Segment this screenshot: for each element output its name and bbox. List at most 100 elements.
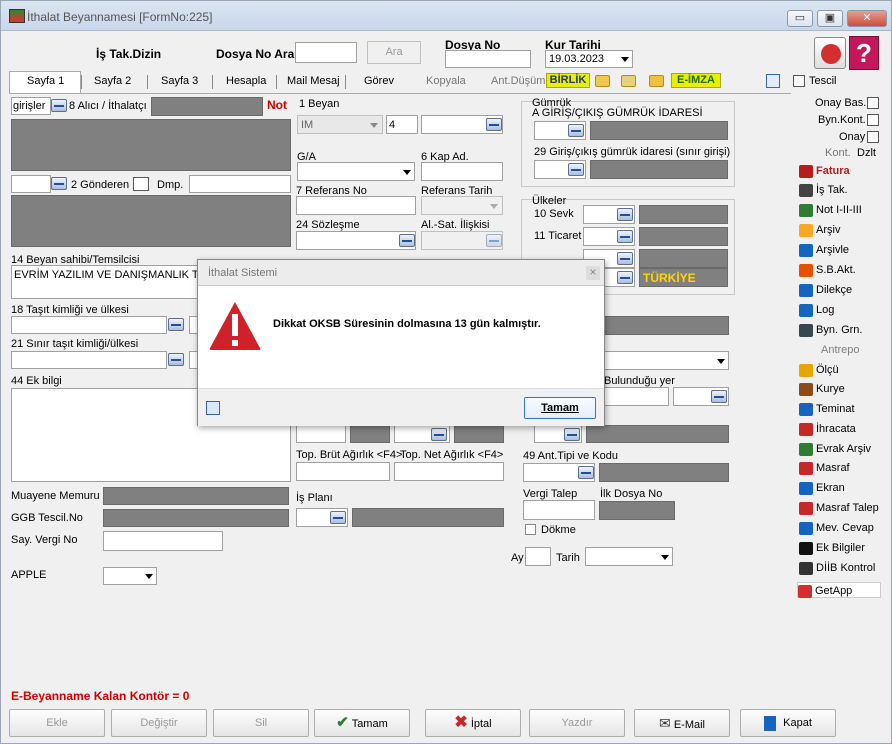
email-button[interactable]: ✉ E-Mail [634,709,730,737]
sidebar-item-i-ş-tak-[interactable]: İş Tak. [799,182,848,198]
tab-sayfa1[interactable]: Sayfa 1 [27,75,64,87]
onay-bas-checkbox[interactable] [867,97,879,109]
sidebar-item-arşivle[interactable]: Arşivle [799,242,849,258]
sidebar-item-log[interactable]: Log [799,302,834,318]
ga-combo[interactable] [297,162,415,181]
sidebar-item-dilekçe[interactable]: Dilekçe [799,282,852,298]
sidebar-item-teminat[interactable]: Teminat [799,401,855,417]
kur-tarihi-combo[interactable]: 19.03.2023 [545,50,633,68]
sinir-tasit-field[interactable] [11,351,167,369]
dmp-field[interactable] [189,175,291,193]
sidebar-item-ölçü[interactable]: Ölçü [799,362,839,378]
tab-mail-mesaj[interactable]: Mail Mesaj [287,75,340,87]
beyan-no-field[interactable]: 4 [386,115,418,134]
yazdir-button[interactable]: Yazdır [529,709,625,737]
sidebar-item-evrak-arşiv[interactable]: Evrak Arşiv [799,441,871,457]
lookup-button[interactable] [617,271,633,284]
lookup-button[interactable] [330,511,346,524]
sevk-code-field[interactable] [583,205,635,224]
lookup-button[interactable] [617,208,633,221]
sidebar-item-not-i-ii-iii[interactable]: Not I-II-III [799,202,862,218]
e-imza-button[interactable]: E-İMZA [671,73,721,88]
top-brut-field[interactable] [296,462,390,481]
sidebar-item-i-hracata[interactable]: İhracata [799,421,856,437]
lookup-button[interactable] [568,163,584,176]
help-icon[interactable]: ? [849,36,879,70]
alarm-button[interactable] [814,37,846,69]
vergi-talep-field[interactable] [523,500,595,520]
byn-kont-checkbox[interactable] [867,114,879,126]
lookup-button[interactable] [617,252,633,265]
sidebar-item-masraf[interactable]: Masraf [799,460,850,476]
lookup-button[interactable] [51,99,67,112]
ticaret-code-field[interactable] [583,227,635,246]
sidebar-item-byn-grn-[interactable]: Byn. Grn. [799,322,862,338]
lookup-button[interactable] [711,390,727,403]
sidebar-item-mev-cevap[interactable]: Mev. Cevap [799,520,874,536]
tescil-checkbox[interactable] [793,75,805,87]
cikis-code-field[interactable] [601,268,635,287]
tasit-field[interactable] [11,316,167,334]
sidebar-item-di-i-b-kontrol[interactable]: DİİB Kontrol [799,560,875,576]
tarih-combo[interactable] [585,547,673,566]
folder-icon[interactable] [595,75,610,87]
gonderen-code-field[interactable] [11,175,51,193]
sidebar-item-getapp[interactable]: GetApp [797,582,881,598]
is-plani-field[interactable] [296,508,348,527]
kap-ad-field[interactable] [421,162,503,181]
ref-no-field[interactable] [296,196,416,215]
kapat-button[interactable]: Kapat [740,709,836,737]
folder-export-icon[interactable] [649,75,664,87]
not-badge[interactable]: Not [267,98,287,112]
top-net-field[interactable] [394,462,504,481]
mid-small-field-2[interactable] [394,425,450,443]
sidebar-item-ek-bilgiler[interactable]: Ek Bilgiler [799,540,865,556]
giris-cikis-29-code-field[interactable] [534,160,586,179]
tab-sayfa2[interactable]: Sayfa 2 [94,75,131,87]
mid-small-field-1[interactable] [296,425,346,443]
minimize-button[interactable]: ▭ [787,10,813,27]
ekle-button[interactable]: Ekle [9,709,105,737]
tamam-button[interactable]: ✔ Tamam [314,709,410,737]
sidebar-item-ekran[interactable]: Ekran [799,480,845,496]
tab-gorev[interactable]: Görev [364,75,394,87]
lookup-button[interactable] [168,353,184,366]
beyan-extra-field[interactable] [421,115,503,134]
giris-cikis-code-field[interactable] [534,121,586,140]
ant-tipi-code-field[interactable] [523,463,595,482]
tab-sayfa3[interactable]: Sayfa 3 [161,75,198,87]
dosya-no-input[interactable] [445,50,531,68]
tab-hesapla[interactable]: Hesapla [226,75,266,87]
lookup-button[interactable] [578,466,594,479]
ara-button[interactable]: Ara [367,41,421,64]
dzlt-label[interactable]: Dzlt [857,147,876,159]
maximize-button[interactable]: ▣ [817,10,843,27]
lookup-button[interactable] [431,428,447,441]
degistir-button[interactable]: Değiştir [111,709,207,737]
lookup-button[interactable] [568,124,584,137]
sidebar-item-kurye[interactable]: Kurye [799,381,845,397]
lookup-button[interactable] [168,318,184,331]
birlik-button[interactable]: BİRLİK [546,73,590,88]
sidebar-item-masraf-talep[interactable]: Masraf Talep [799,500,879,516]
folder-up-icon[interactable] [621,75,636,87]
apple-combo[interactable] [103,567,157,585]
kont-label[interactable]: Kont. [825,147,851,159]
iptal-button[interactable]: ✖ İptal [425,709,521,737]
ay-field[interactable] [525,547,551,566]
sidebar-item-fatura[interactable]: Fatura [799,163,850,179]
sozlesme-field[interactable] [296,231,416,250]
bulundugu-yer-field[interactable] [601,387,669,406]
bulundugu-yer-code-field[interactable] [673,387,729,406]
onay-checkbox[interactable] [867,131,879,143]
right-combo-1[interactable] [601,351,729,370]
say-vergi-field[interactable] [103,531,223,551]
lookup-button[interactable] [399,234,415,247]
dokme-checkbox[interactable] [525,524,536,535]
list-icon[interactable] [133,177,149,191]
dialog-ok-button[interactable]: Tamam [524,397,596,419]
is-tak-dizin-label[interactable]: İş Tak.Dizin [96,47,161,61]
sidebar-item-s-b-akt-[interactable]: S.B.Akt. [799,262,856,278]
dosya-no-ara-input[interactable] [295,42,357,63]
close-button[interactable]: ✕ [847,10,887,27]
